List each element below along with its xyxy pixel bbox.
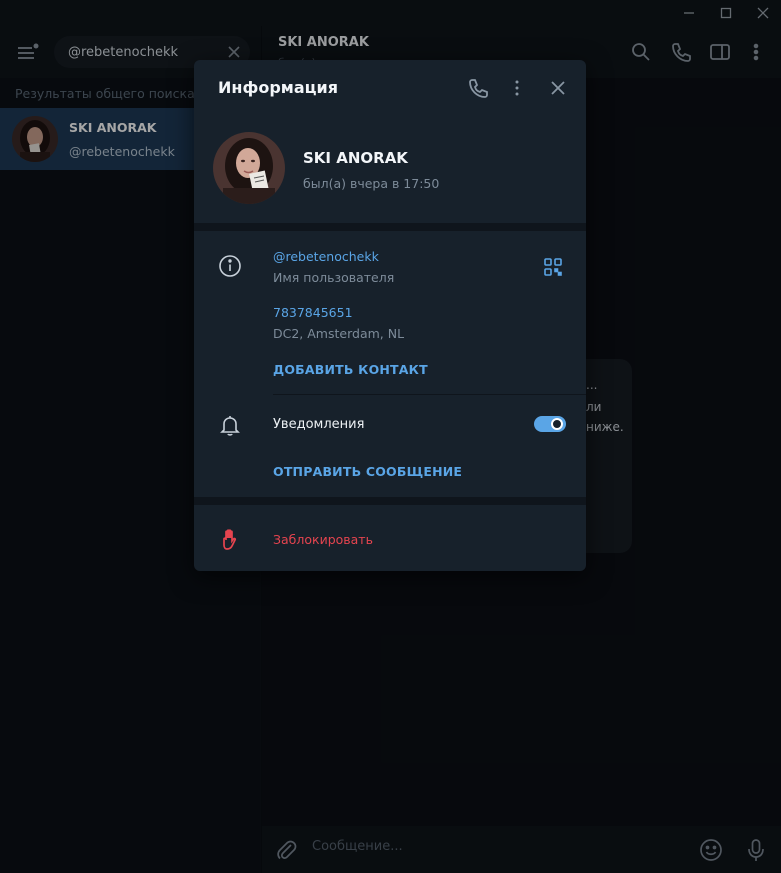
divider (273, 394, 586, 395)
last-seen-status: был(а) вчера в 17:50 (303, 176, 440, 191)
username-label: Имя пользователя (273, 270, 395, 285)
section-separator (194, 223, 586, 231)
datacenter-label: DC2, Amsterdam, NL (273, 326, 405, 341)
send-message-button[interactable]: ОТПРАВИТЬ СООБЩЕНИЕ (273, 464, 462, 479)
phone-icon[interactable] (466, 76, 490, 100)
info-popup: Информация SKI ANORAK был(а) вчера в 17:… (194, 60, 586, 571)
notifications-label: Уведомления (273, 417, 365, 432)
close-icon[interactable] (546, 76, 570, 100)
profile-name: SKI ANORAK (303, 149, 408, 167)
popup-title: Информация (218, 78, 338, 97)
username-link[interactable]: @rebetenochekk (273, 249, 379, 264)
notifications-toggle[interactable] (534, 416, 566, 432)
profile-avatar[interactable] (213, 132, 285, 204)
bell-icon (218, 413, 242, 437)
add-contact-button[interactable]: ДОБАВИТЬ КОНТАКТ (273, 362, 428, 377)
user-id[interactable]: 7837845651 (273, 305, 353, 320)
section-separator (194, 497, 586, 505)
more-icon[interactable] (505, 76, 529, 100)
toggle-knob (551, 418, 563, 430)
info-icon (218, 254, 242, 278)
block-hand-icon (218, 527, 242, 551)
qr-code-icon[interactable] (541, 255, 565, 279)
block-button[interactable]: Заблокировать (273, 532, 373, 547)
